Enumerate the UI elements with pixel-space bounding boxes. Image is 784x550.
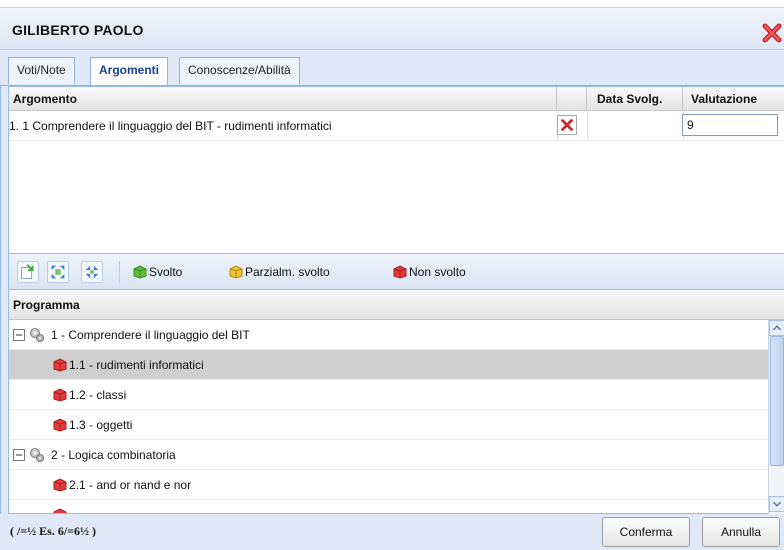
data-svolg-cell [587, 111, 683, 141]
expand-all-icon[interactable] [47, 261, 69, 283]
toolbar-separator [119, 261, 120, 283]
tree-node-label: 1.3 - oggetti [69, 418, 133, 432]
program-scrollbar[interactable] [768, 320, 784, 514]
confirm-button[interactable]: Conferma [602, 517, 690, 547]
column-header-argomento[interactable]: Argomento [9, 87, 557, 111]
tab-conoscenze-abilita[interactable]: Conoscenze/Abilità [179, 57, 300, 84]
column-header-valutazione[interactable]: Valutazione [683, 87, 784, 111]
dialog-titlebar: GILIBERTO PAOLO [0, 8, 784, 50]
scroll-up-icon[interactable] [769, 320, 784, 336]
legend-parzialm-svolto: Parzialm. svolto [229, 254, 359, 290]
column-header-actions [557, 87, 587, 111]
topics-grid: Argomento Data Svolg. Valutazione 1. 1 C… [8, 86, 784, 254]
program-toolbar: Svolto Parzialm. svolto Non svolto [8, 254, 784, 290]
collapse-all-icon[interactable] [81, 261, 103, 283]
valutazione-input[interactable] [682, 114, 778, 136]
box-yellow-icon [229, 265, 243, 279]
tab-voti-note[interactable]: Voti/Note [8, 57, 75, 84]
tree-node-partial[interactable] [9, 500, 769, 513]
column-header-programma[interactable]: Programma [13, 290, 80, 320]
tree-node-label: 1.2 - classi [69, 388, 127, 402]
scroll-down-icon[interactable] [769, 496, 784, 512]
box-red-icon [53, 478, 67, 492]
tree-node-label: 2.1 - and or nand e nor [69, 478, 192, 492]
box-red-icon [393, 265, 407, 279]
tree-node-label: 1.1 - rudimenti informatici [69, 358, 204, 372]
program-grid: Programma 1 - Comprendere il linguaggio … [8, 290, 784, 514]
box-red-icon [53, 388, 67, 402]
tree-node-1-1[interactable]: 1.1 - rudimenti informatici [9, 350, 769, 380]
legend-label: Parzialm. svolto [245, 265, 330, 279]
gear-icon [30, 448, 44, 462]
column-header-data-svolg[interactable]: Data Svolg. [587, 87, 683, 111]
tree-node-label: 2 - Logica combinatoria [51, 448, 176, 462]
tab-argomenti[interactable]: Argomenti [90, 57, 168, 85]
table-row[interactable]: 1. 1 Comprendere il linguaggio del BIT -… [9, 111, 784, 141]
tree-node-2[interactable]: 2 - Logica combinatoria [9, 440, 769, 470]
box-red-icon [53, 418, 67, 432]
gear-icon [30, 328, 44, 342]
export-icon[interactable] [17, 261, 39, 283]
collapse-icon[interactable] [13, 449, 25, 461]
cancel-button[interactable]: Annulla [702, 517, 780, 547]
box-green-icon [133, 265, 147, 279]
collapse-icon[interactable] [13, 329, 25, 341]
topics-grid-header: Argomento Data Svolg. Valutazione [9, 87, 784, 111]
argomento-cell: 1. 1 Comprendere il linguaggio del BIT -… [9, 119, 332, 133]
tree-node-1-3[interactable]: 1.3 - oggetti [9, 410, 769, 440]
tree-node-1[interactable]: 1 - Comprendere il linguaggio del BIT [9, 320, 769, 350]
scrollbar-thumb[interactable] [770, 336, 784, 466]
tree-node-label: 1 - Comprendere il linguaggio del BIT [51, 328, 250, 342]
legend-non-svolto: Non svolto [393, 254, 503, 290]
close-icon[interactable] [762, 23, 782, 43]
dialog-title: GILIBERTO PAOLO [12, 22, 144, 38]
legend-svolto: Svolto [133, 254, 213, 290]
grade-notation-hint: ( /=½ Es. 6/=6½ ) [10, 524, 97, 538]
tree-node-2-1[interactable]: 2.1 - and or nand e nor [9, 470, 769, 500]
legend-label: Non svolto [409, 265, 466, 279]
program-grid-header: Programma [9, 290, 784, 320]
delete-icon[interactable] [557, 115, 577, 135]
box-red-icon [53, 358, 67, 372]
top-edge [0, 0, 784, 8]
legend-label: Svolto [149, 265, 183, 279]
tree-node-1-2[interactable]: 1.2 - classi [9, 380, 769, 410]
